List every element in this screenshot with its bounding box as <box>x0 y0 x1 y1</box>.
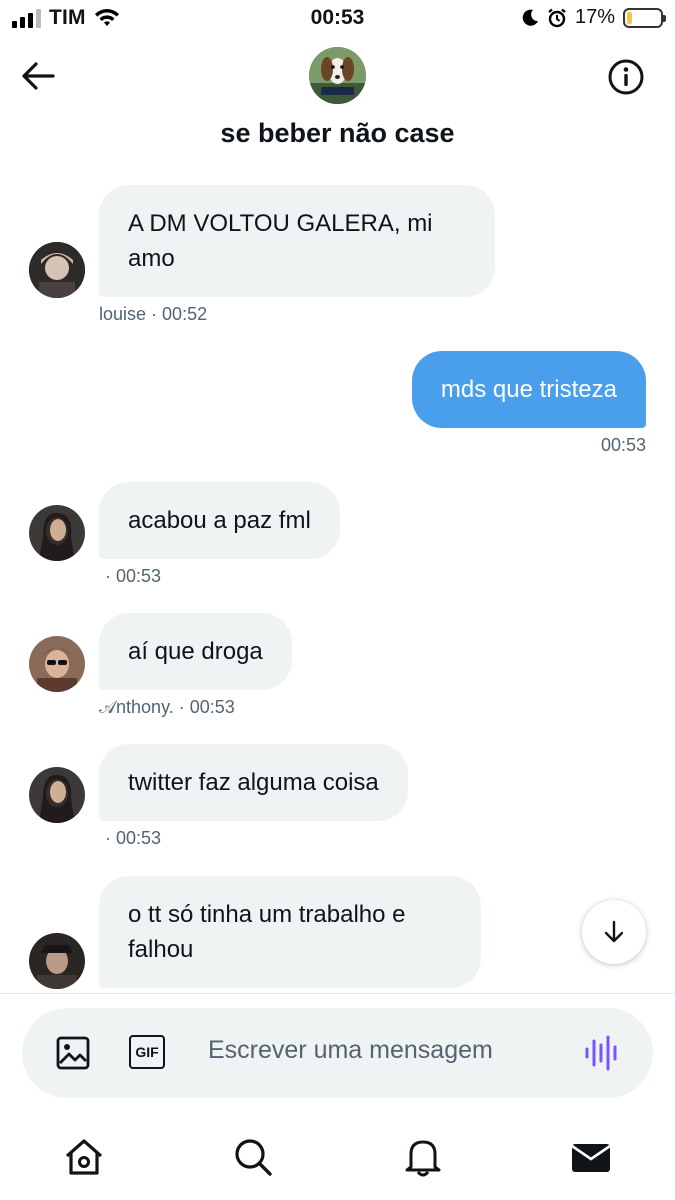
battery-icon <box>623 7 666 28</box>
message-time: · 00:52 <box>151 304 208 324</box>
status-bar: TIM 00:53 17% <box>0 0 675 38</box>
mail-icon[interactable] <box>570 1136 612 1178</box>
voice-icon[interactable] <box>584 1035 620 1071</box>
message-meta: · 00:53 <box>105 828 161 849</box>
gif-icon[interactable]: GIF <box>129 1035 165 1069</box>
image-icon[interactable] <box>55 1035 91 1071</box>
message-bubble[interactable]: o tt só tinha um trabalho e falhou <box>99 876 481 988</box>
battery-percent: 17% <box>574 6 615 28</box>
conversation-header: se beber não case <box>0 38 675 168</box>
group-avatar[interactable] <box>309 47 366 104</box>
avatar[interactable] <box>29 505 85 561</box>
message-meta: · 00:53 <box>105 566 161 587</box>
message-author: louise <box>99 304 147 324</box>
home-icon[interactable] <box>63 1136 105 1178</box>
message-list[interactable]: A DM VOLTOU GALERA, mi amo louise · 00:5… <box>0 168 675 993</box>
composer-divider <box>0 993 675 994</box>
message-bubble[interactable]: twitter faz alguma coisa <box>99 744 408 821</box>
message-time: · 00:53 <box>178 697 235 717</box>
search-icon[interactable] <box>232 1136 274 1178</box>
bottom-tab-bar <box>0 1120 675 1200</box>
message-author: 𝒜nthony. <box>99 697 174 717</box>
message-meta: louise · 00:52 <box>99 304 207 325</box>
moon-icon <box>522 9 538 26</box>
message-bubble[interactable]: acabou a paz fml <box>99 482 340 559</box>
message-time: · 00:53 <box>105 828 162 848</box>
back-button[interactable] <box>18 56 58 96</box>
alarm-icon <box>548 8 566 27</box>
avatar[interactable] <box>29 242 85 298</box>
message-bubble[interactable]: A DM VOLTOU GALERA, mi amo <box>99 185 495 297</box>
message-bubble-sent[interactable]: mds que tristeza <box>411 351 646 428</box>
avatar[interactable] <box>29 767 85 823</box>
bell-icon[interactable] <box>402 1136 444 1178</box>
message-time: · 00:53 <box>105 566 162 586</box>
arrow-left-icon <box>22 62 55 90</box>
message-time: 00:53 <box>600 435 646 455</box>
conversation-title: se beber não case <box>220 118 455 148</box>
scroll-to-bottom-button[interactable] <box>582 900 646 964</box>
avatar[interactable] <box>29 636 85 692</box>
dog-photo <box>309 47 366 104</box>
avatar[interactable] <box>29 933 85 989</box>
status-right: 17% <box>521 6 666 29</box>
message-meta: 𝒜nthony. · 00:53 <box>99 697 235 718</box>
info-icon[interactable] <box>607 58 645 96</box>
arrow-down-icon <box>604 920 624 943</box>
message-composer: GIF Escrever uma mensagem <box>22 1008 653 1098</box>
gif-label: GIF <box>135 1044 159 1060</box>
message-bubble[interactable]: aí que droga <box>99 613 292 690</box>
message-input[interactable]: Escrever uma mensagem <box>208 1036 493 1065</box>
battery-fill <box>627 11 632 24</box>
